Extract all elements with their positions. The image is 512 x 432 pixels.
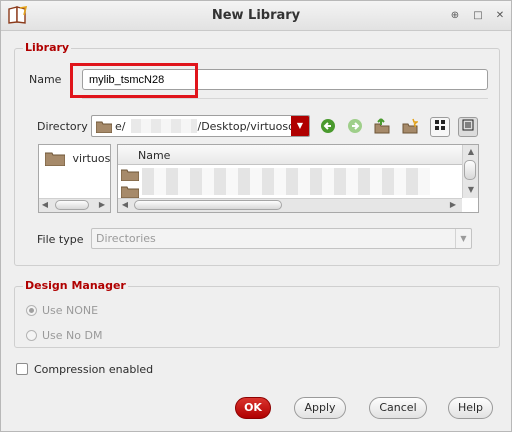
grid-view-icon <box>434 120 446 134</box>
maximize-button[interactable]: □ <box>471 9 485 23</box>
cancel-button[interactable]: Cancel <box>369 397 427 419</box>
scroll-right-icon[interactable]: ▶ <box>448 200 458 209</box>
ok-button[interactable]: OK <box>235 397 271 419</box>
close-icon: ✕ <box>495 10 505 21</box>
compression-label: Compression enabled <box>34 363 154 376</box>
design-manager-legend: Design Manager <box>23 279 128 292</box>
directory-label: Directory <box>37 120 88 133</box>
scroll-left-icon[interactable]: ◀ <box>40 200 50 209</box>
compression-checkbox[interactable] <box>16 363 28 375</box>
window-title: New Library <box>211 8 301 23</box>
scroll-right-icon[interactable]: ▶ <box>97 200 107 209</box>
forward-arrow-icon[interactable] <box>347 118 363 134</box>
maximize-icon: □ <box>473 10 483 21</box>
chevron-down-icon[interactable]: ▼ <box>291 116 309 136</box>
back-arrow-icon[interactable] <box>320 118 336 134</box>
help-button[interactable]: Help <box>448 397 493 419</box>
scroll-up-icon[interactable]: ▲ <box>466 147 476 156</box>
new-library-dialog: New Library ⊕ □ ✕ Library Name Directory… <box>0 0 512 432</box>
redacted-file-rows <box>142 168 430 195</box>
annotation-highlight-box <box>70 63 198 98</box>
file-type-combobox: Directories ▼ <box>91 228 472 249</box>
apply-button[interactable]: Apply <box>294 397 346 419</box>
title-bar: New Library ⊕ □ ✕ <box>1 1 511 31</box>
scroll-left-icon[interactable]: ◀ <box>120 200 130 209</box>
list-header: Name <box>118 145 478 165</box>
parent-folder-icon[interactable] <box>374 118 390 134</box>
file-type-value: Directories <box>96 232 156 245</box>
use-no-dm-radio <box>26 330 37 341</box>
folder-icon <box>120 168 140 184</box>
column-header-name[interactable]: Name <box>138 149 170 162</box>
window-shade-button[interactable]: ⊕ <box>448 9 462 23</box>
library-legend: Library <box>23 41 72 54</box>
up-arrow-icon: ⊕ <box>450 10 460 21</box>
name-label: Name <box>29 73 62 86</box>
scroll-down-icon[interactable]: ▼ <box>466 185 476 194</box>
chevron-down-icon: ▼ <box>455 229 471 248</box>
file-list-panel[interactable]: Name ▲ ▼ ◀ ▶ <box>117 144 479 213</box>
list-item[interactable]: virtuos <box>44 151 110 167</box>
use-none-label: Use NONE <box>42 304 99 317</box>
horizontal-scrollbar[interactable]: ◀ ▶ <box>39 198 110 212</box>
scroll-thumb[interactable] <box>55 200 89 210</box>
file-type-label: File type <box>37 233 84 246</box>
close-button[interactable]: ✕ <box>493 9 507 23</box>
places-panel[interactable]: virtuos ◀ ▶ <box>38 144 111 213</box>
divider <box>82 98 488 99</box>
scroll-thumb[interactable] <box>464 160 476 180</box>
redacted-path-segment <box>131 119 197 133</box>
directory-combobox[interactable]: e//Desktop/virtuoso ▼ <box>91 115 310 137</box>
vertical-scrollbar[interactable]: ▲ ▼ <box>462 145 478 198</box>
list-view-button[interactable] <box>458 117 478 137</box>
folder-icon <box>44 152 69 167</box>
scroll-thumb[interactable] <box>134 200 282 210</box>
new-folder-icon[interactable] <box>402 118 420 134</box>
use-none-radio <box>26 305 37 316</box>
icon-view-button[interactable] <box>430 117 450 137</box>
use-no-dm-label: Use No DM <box>42 329 103 342</box>
folder-icon <box>95 120 113 136</box>
list-view-icon <box>462 119 474 134</box>
horizontal-scrollbar[interactable]: ◀ ▶ <box>118 198 462 212</box>
